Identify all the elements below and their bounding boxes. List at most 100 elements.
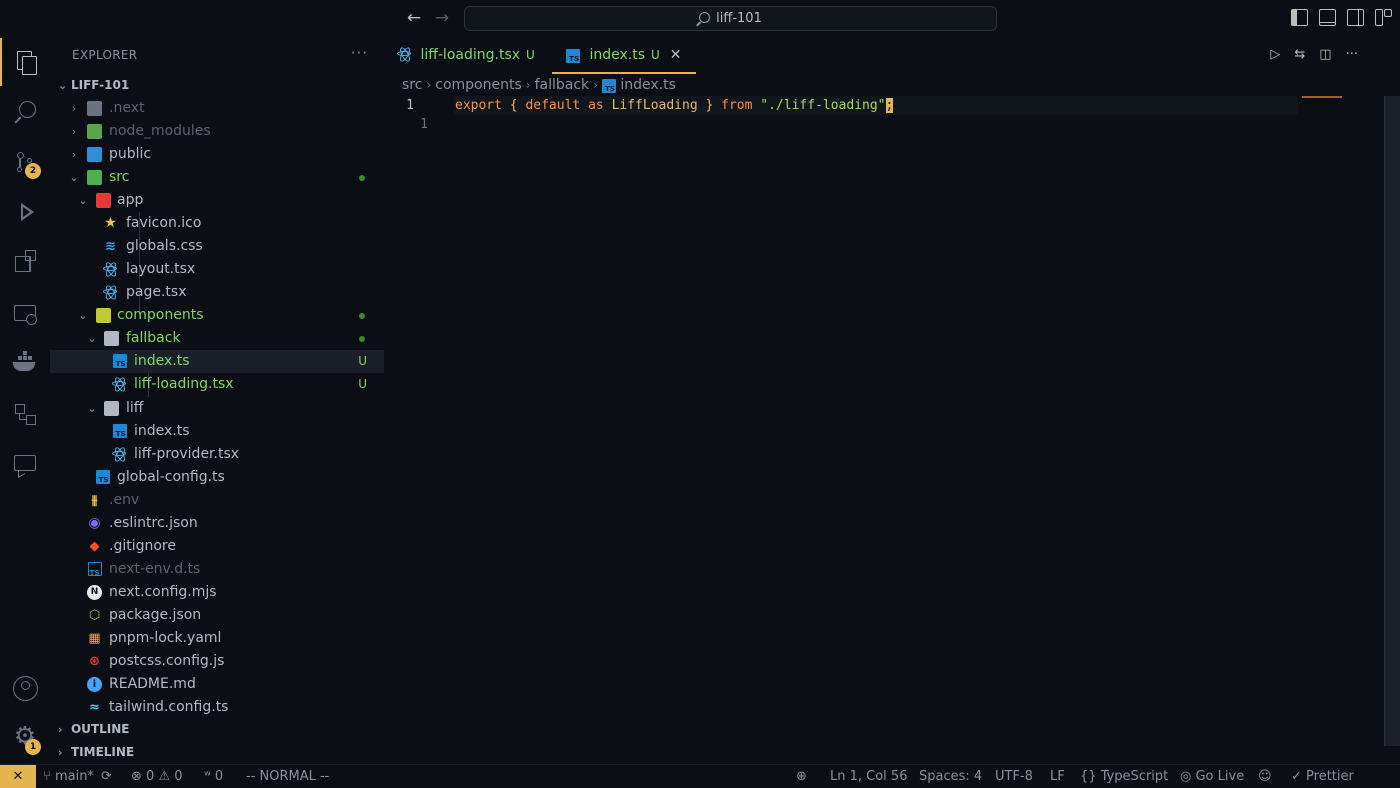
git-branch-icon: ⑂	[43, 769, 51, 784]
tree-item-layout-tsx[interactable]: layout.tsx	[50, 258, 384, 281]
breadcrumb-item[interactable]: components	[435, 77, 522, 93]
breadcrumb-item[interactable]: fallback	[535, 77, 590, 93]
branch-indicator[interactable]: ⑂ main*	[43, 765, 94, 788]
go-live-button[interactable]: ◎ Go Live	[1180, 765, 1244, 788]
tree-item-liff-index-ts[interactable]: TS index.ts	[50, 420, 384, 443]
back-button[interactable]: ←	[403, 8, 425, 28]
tree-item-components[interactable]: ⌄ components	[50, 304, 384, 327]
customize-layout-icon[interactable]	[1375, 9, 1392, 26]
tree-item-eslintrc[interactable]: ◉ .eslintrc.json	[50, 512, 384, 535]
tab-liff-loading-tsx[interactable]: liff-loading.tsx U	[397, 36, 535, 74]
chevron-right-icon: ›	[71, 148, 77, 161]
star-icon: ★	[104, 215, 117, 231]
project-folder-header[interactable]: ⌄ LIFF-101	[50, 74, 384, 97]
indentation[interactable]: Spaces: 4	[919, 765, 982, 788]
tree-item-liff-provider-tsx[interactable]: liff-provider.tsx	[50, 443, 384, 466]
tree-item-env[interactable]: ⫵ .env	[50, 489, 384, 512]
tree-item-package-json[interactable]: ⬡ package.json	[50, 604, 384, 627]
toggle-panel-icon[interactable]	[1319, 9, 1336, 26]
language-mode[interactable]: {} TypeScript	[1080, 765, 1168, 788]
tailwind-icon: ≈	[89, 700, 100, 715]
run-icon[interactable]: ▷	[1270, 47, 1280, 62]
sync-icon[interactable]: ⟳	[101, 765, 112, 788]
code-line[interactable]: export { default as LiffLoading } from "…	[455, 96, 894, 115]
encoding[interactable]: UTF-8	[995, 765, 1033, 788]
modified-dot	[359, 336, 365, 342]
run-debug-activity[interactable]	[0, 188, 50, 236]
tree-item-global-config-ts[interactable]: TS global-config.ts	[50, 466, 384, 489]
tree-item-favicon[interactable]: ★ favicon.ico	[50, 212, 384, 235]
remote-explorer-activity[interactable]	[0, 290, 50, 338]
cursor-position[interactable]: Ln 1, Col 56	[830, 765, 907, 788]
files-icon	[14, 50, 38, 75]
tree-item-app[interactable]: ⌄ app	[50, 189, 384, 212]
tree-item-next-config[interactable]: N next.config.mjs	[50, 581, 384, 604]
code-editor[interactable]: 1 1 export { default as LiffLoading } fr…	[384, 96, 1400, 764]
tree-item-gitignore[interactable]: ◆ .gitignore	[50, 535, 384, 558]
minimap[interactable]	[1302, 96, 1342, 98]
chat-activity[interactable]	[0, 440, 50, 488]
close-icon[interactable]: ✕	[670, 47, 682, 63]
more-actions-icon[interactable]: ···	[1346, 47, 1358, 62]
command-center-search[interactable]: liff-101	[464, 6, 997, 31]
timeline-section-header[interactable]: › TIMELINE	[50, 741, 384, 764]
problems-indicator[interactable]: ⊗ 0 ⚠ 0	[131, 765, 183, 788]
tree-item-page-tsx[interactable]: page.tsx	[50, 281, 384, 304]
tree-item-liff-loading-tsx[interactable]: liff-loading.tsx U	[50, 373, 384, 396]
tree-item-public[interactable]: › public	[50, 143, 384, 166]
tree-item-node-modules[interactable]: › node_modules	[50, 120, 384, 143]
docker-activity[interactable]	[0, 340, 50, 388]
more-actions-icon[interactable]: ···	[351, 44, 368, 62]
activity-bar: 2 ⚙ 1	[0, 36, 50, 764]
extensions-activity[interactable]	[0, 238, 50, 286]
zoom-icon[interactable]: ⊕	[796, 765, 807, 788]
broadcast-icon: ◎	[1180, 769, 1192, 784]
breadcrumb-item[interactable]: src	[402, 77, 422, 93]
tree-item-next-env[interactable]: TS next-env.d.ts	[50, 558, 384, 581]
accounts-activity[interactable]	[0, 664, 50, 712]
chat-icon	[13, 452, 37, 476]
remote-indicator[interactable]: ✕	[0, 765, 36, 788]
forward-button[interactable]: →	[431, 8, 453, 28]
tree-item-tailwind-config[interactable]: ≈ tailwind.config.ts	[50, 696, 384, 719]
search-activity[interactable]	[0, 88, 50, 136]
breadcrumb: src › components › fallback › TS index.ts	[402, 74, 676, 96]
split-editor-icon[interactable]: ◫	[1319, 47, 1331, 62]
explorer-activity[interactable]	[0, 38, 50, 86]
braces-icon: {}	[1080, 769, 1097, 784]
source-control-activity[interactable]: 2	[0, 138, 50, 186]
copilot-icon[interactable]: ☺	[1258, 765, 1272, 788]
tree-item-globals-css[interactable]: ≋ globals.css	[50, 235, 384, 258]
typescript-icon: TS	[601, 79, 616, 93]
outline-section-header[interactable]: › OUTLINE	[50, 718, 384, 741]
compare-changes-icon[interactable]: ⇆	[1294, 47, 1305, 62]
account-icon	[13, 676, 38, 701]
prettier-button[interactable]: ✓ Prettier	[1291, 765, 1354, 788]
tree-item-src[interactable]: ⌄ src	[50, 166, 384, 189]
tree-item-pnpm-lock[interactable]: ▦ pnpm-lock.yaml	[50, 627, 384, 650]
tree-item-next[interactable]: › .next	[50, 97, 384, 120]
tree-activity[interactable]	[0, 390, 50, 438]
breadcrumb-item[interactable]: index.ts	[620, 77, 676, 93]
editor-scrollbar[interactable]	[1384, 96, 1400, 746]
tab-index-ts[interactable]: TS index.ts U ✕	[552, 36, 696, 74]
settings-activity[interactable]: ⚙ 1	[0, 712, 50, 760]
toggle-secondary-sidebar-icon[interactable]	[1347, 9, 1364, 26]
text-cursor: ;	[885, 98, 894, 113]
tree-item-fallback[interactable]: ⌄ fallback	[50, 327, 384, 350]
nextjs-icon: N	[87, 585, 102, 600]
typescript-icon: TS	[112, 424, 127, 439]
tab-untracked-badge: U	[651, 48, 660, 62]
postcss-icon: ⊛	[89, 654, 100, 669]
ports-indicator[interactable]: ʷ 0	[204, 765, 223, 788]
chevron-down-icon: ⌄	[58, 79, 68, 92]
remote-explorer-icon	[13, 302, 37, 326]
tree-item-postcss-config[interactable]: ⊛ postcss.config.js	[50, 650, 384, 673]
toggle-primary-sidebar-icon[interactable]	[1291, 9, 1308, 26]
tree-item-fallback-index-ts[interactable]: TS index.ts U	[50, 350, 384, 373]
error-icon: ⊗	[131, 769, 142, 784]
end-of-line[interactable]: LF	[1050, 765, 1065, 788]
tree-item-readme[interactable]: i README.md	[50, 673, 384, 696]
tree-item-liff[interactable]: ⌄ liff	[50, 397, 384, 420]
warning-icon: ⚠	[158, 769, 171, 784]
